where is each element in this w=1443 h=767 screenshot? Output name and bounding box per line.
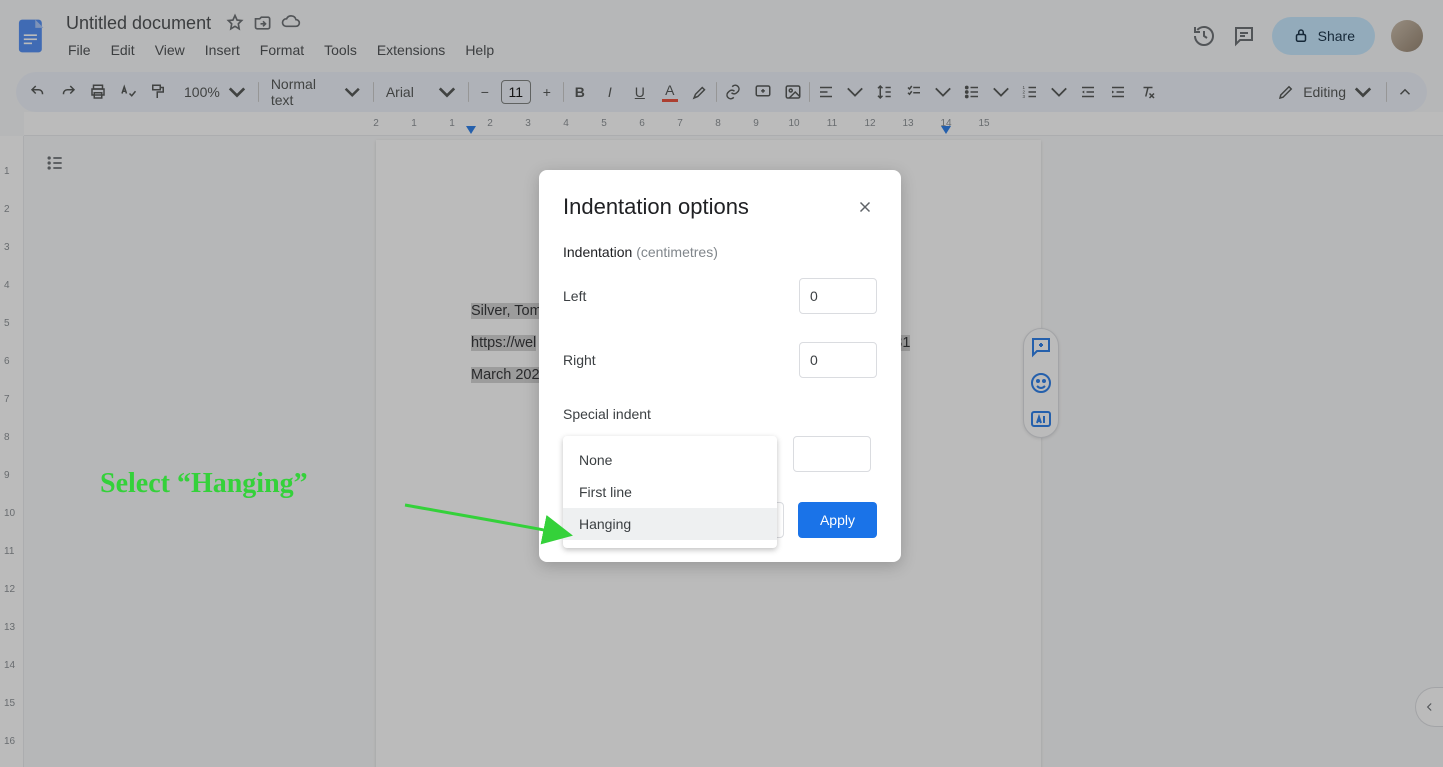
apply-button[interactable]: Apply <box>798 502 877 538</box>
left-indent-label: Left <box>563 288 586 304</box>
indentation-section-label: Indentation (centimetres) <box>563 244 877 260</box>
close-icon[interactable] <box>853 195 877 219</box>
option-first-line[interactable]: First line <box>563 476 777 508</box>
indentation-dialog: Indentation options Indentation (centime… <box>539 170 901 562</box>
left-indent-input[interactable] <box>799 278 877 314</box>
special-indent-amount-input[interactable] <box>793 436 871 472</box>
special-indent-label: Special indent <box>563 406 877 422</box>
right-indent-input[interactable] <box>799 342 877 378</box>
dialog-title: Indentation options <box>563 194 749 220</box>
option-hanging[interactable]: Hanging <box>563 508 777 540</box>
special-indent-dropdown: None First line Hanging <box>563 436 777 548</box>
right-indent-label: Right <box>563 352 596 368</box>
option-none[interactable]: None <box>563 444 777 476</box>
